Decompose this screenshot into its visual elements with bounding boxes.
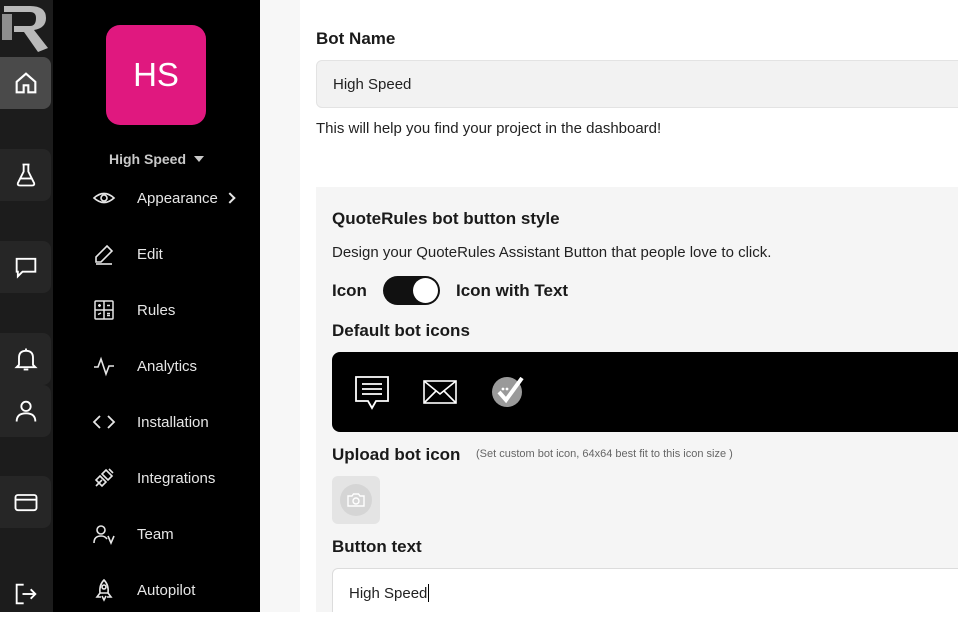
quoterules-logo-icon[interactable]: [0, 0, 53, 55]
sidebar-item-label: Autopilot: [137, 581, 196, 599]
sidebar-item-installation[interactable]: Installation: [91, 407, 209, 437]
sidebar-item-team[interactable]: Team: [91, 519, 174, 549]
toggle-right-label: Icon with Text: [456, 281, 569, 300]
bot-selector-label: High Speed: [109, 151, 187, 167]
rocket-icon: [91, 577, 117, 603]
logout-icon[interactable]: [0, 568, 51, 620]
content-gutter: [260, 0, 300, 612]
sidebar-item-analytics[interactable]: Analytics: [91, 351, 197, 381]
sidebar-item-rules[interactable]: Rules: [91, 295, 175, 325]
upload-circle: [340, 484, 372, 516]
sidebar-item-autopilot[interactable]: Autopilot: [91, 575, 195, 605]
message-lines-icon[interactable]: [352, 372, 392, 412]
button-text-label: Button text: [332, 537, 422, 556]
sidebar-item-label: Integrations: [137, 469, 216, 487]
project-sidebar: HS High Speed Appearance Edit Rules Anal…: [53, 0, 260, 612]
pencil-icon: [91, 241, 117, 267]
sidebar-item-label: Installation: [137, 413, 209, 431]
bot-name-helper: This will help you find your project in …: [316, 120, 662, 137]
plug-icon: [91, 465, 117, 491]
bell-icon[interactable]: [0, 333, 51, 385]
sidebar-item-label: Rules: [137, 301, 176, 319]
icon-style-toggle[interactable]: [383, 276, 440, 305]
default-icons-label: Default bot icons: [332, 321, 470, 340]
sidebar-item-label: Team: [137, 525, 174, 543]
sidebar-item-edit[interactable]: Edit: [91, 239, 163, 269]
text-cursor: [428, 584, 430, 602]
sidebar-item-integrations[interactable]: Integrations: [91, 463, 215, 493]
toggle-left-label: Icon: [332, 281, 367, 300]
credit-card-icon[interactable]: [0, 476, 51, 528]
upload-icon-hint: (Set custom bot icon, 64x64 best fit to …: [476, 448, 733, 460]
chevron-right-icon: [224, 192, 236, 204]
upload-icon-button[interactable]: [332, 476, 380, 524]
bot-name-input[interactable]: High Speed: [316, 60, 958, 108]
envelope-icon[interactable]: [420, 372, 460, 412]
bot-avatar[interactable]: HS: [106, 25, 206, 125]
camera-icon: [347, 493, 365, 507]
button-text-input[interactable]: High Speed: [332, 568, 958, 612]
upload-icon-label: Upload bot icon: [332, 445, 461, 464]
button-style-title: QuoteRules bot button style: [332, 209, 560, 228]
caret-down-icon: [194, 156, 205, 162]
sidebar-item-label: Analytics: [137, 357, 198, 375]
user-icon[interactable]: [0, 385, 51, 437]
sidebar-item-appearance[interactable]: Appearance: [91, 183, 236, 213]
toggle-knob: [413, 278, 438, 303]
activity-icon: [91, 353, 117, 379]
sidebar-item-label: Appearance: [137, 189, 218, 207]
check-bubble-icon[interactable]: [488, 372, 528, 412]
button-text-value: High Speed: [349, 584, 428, 602]
icon-rail: [0, 0, 53, 612]
bot-selector[interactable]: High Speed: [109, 151, 205, 167]
default-icons-bar: [332, 352, 958, 432]
main-content: Bot Name High Speed This will help you f…: [300, 0, 958, 612]
home-icon[interactable]: [0, 57, 51, 109]
chat-icon[interactable]: [0, 241, 51, 293]
flask-icon[interactable]: [0, 149, 51, 201]
sidebar-item-label: Edit: [137, 245, 163, 263]
team-icon: [91, 521, 117, 547]
button-style-description: Design your QuoteRules Assistant Button …: [332, 244, 772, 261]
bot-name-label: Bot Name: [316, 29, 396, 48]
code-icon: [91, 409, 117, 435]
calculator-icon: [91, 297, 117, 323]
eye-icon: [91, 185, 117, 211]
